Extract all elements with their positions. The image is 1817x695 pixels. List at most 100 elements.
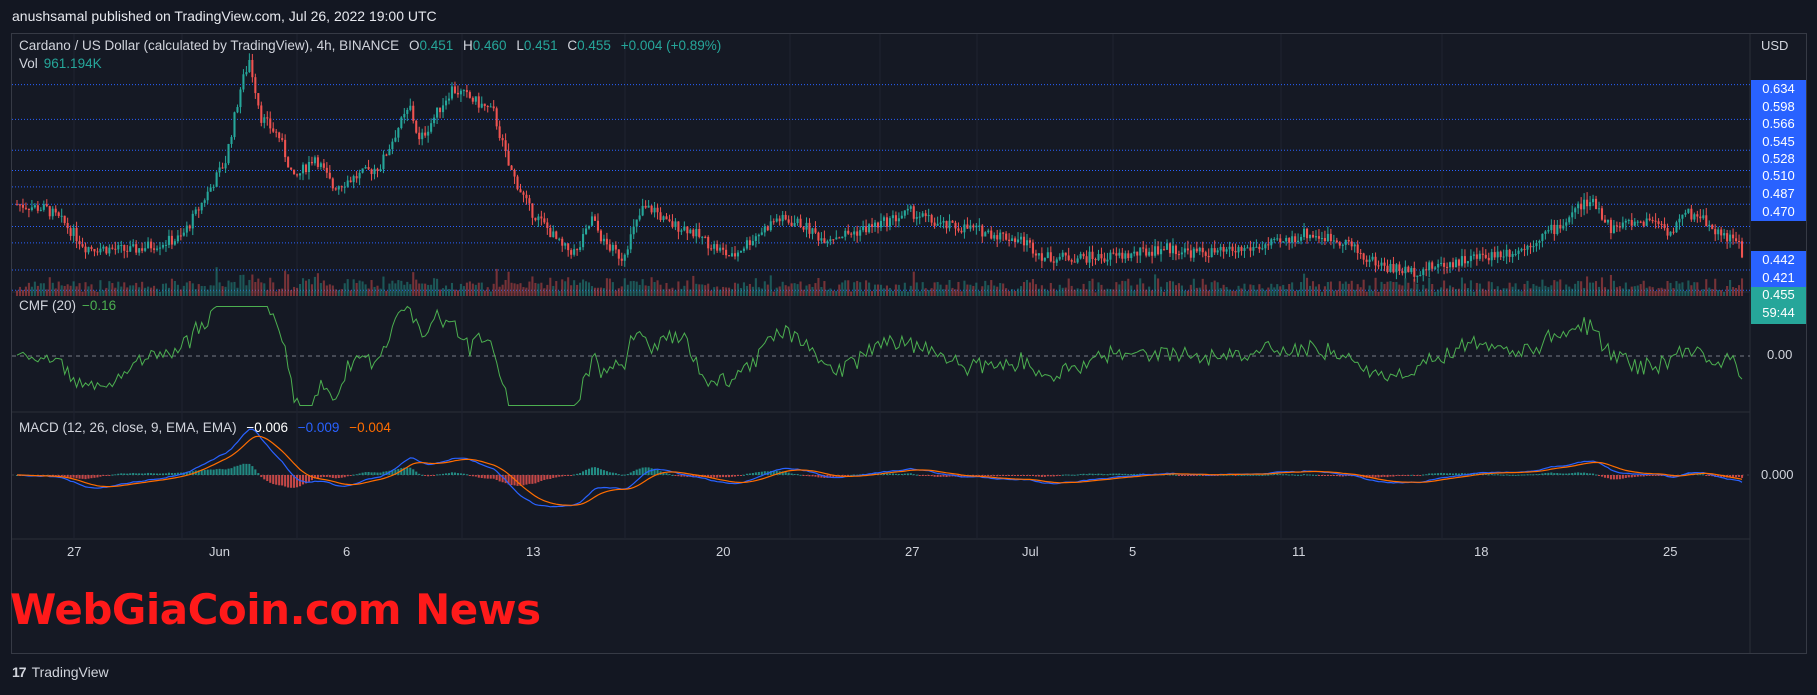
currency-label: USD [1761,38,1789,53]
candle-body [1359,253,1362,255]
volume-bar [1627,289,1630,296]
volume-bar [298,283,302,296]
candle-body [215,172,218,187]
volume-bar [221,286,224,296]
volume-bar [123,282,126,296]
volume-bar [1157,278,1160,296]
candle-body [1678,218,1681,223]
volume-bar [1240,288,1243,296]
macd-histogram-bar [1240,474,1243,476]
volume-bar [593,287,597,296]
macd-histogram-bar [147,472,150,475]
candle-body [1499,251,1502,258]
volume-bar [245,285,248,296]
candle-body [534,217,537,221]
candle-body [230,137,233,144]
macd-histogram-bar [1180,475,1183,476]
volume-bar [376,285,379,296]
candle-body [987,230,990,233]
macd-histogram-bar [528,475,531,484]
macd-histogram-bar [1589,473,1592,475]
candle-body [1157,246,1160,255]
candle-body [385,154,388,156]
volume-bar [814,283,817,296]
macd-histogram-bar [674,475,677,476]
volume-bar [436,278,439,296]
candle-body [894,215,897,222]
volume-bar [844,280,847,296]
volume-bar [1675,281,1678,296]
candle-body [1475,254,1478,259]
candle-body [847,230,850,234]
macd-histogram-bar [465,474,468,476]
volume-bar [212,285,215,296]
volume-bar [147,286,150,296]
candle-body [239,89,242,108]
macd-histogram-bar [251,466,254,475]
macd-histogram-bar [376,472,379,475]
macd-histogram-bar [1311,474,1315,476]
volume-bar [313,276,316,296]
macd-histogram-bar [1014,475,1017,476]
tradingview-brand[interactable]: TradingView [32,664,109,680]
macd-histogram-bar [1708,475,1711,476]
candle-body [1484,254,1487,258]
volume-bar [561,279,564,296]
volume-bar [450,282,454,296]
volume-bar [15,290,19,296]
macd-histogram-bar [1565,473,1568,475]
candle-body [1118,252,1121,256]
candle-body [132,244,135,247]
price-level-tag: 0.528 [1751,150,1806,168]
volume-bar [730,289,734,296]
macd-histogram-bar [167,472,170,475]
chart-canvas[interactable] [12,34,1806,653]
chart-area[interactable]: Cardano / US Dollar (calculated by Tradi… [11,33,1807,654]
candle-body [492,106,495,109]
volume-bar [483,290,486,296]
volume-bar [284,270,287,296]
macd-histogram-bar [117,473,120,475]
volume-bar [570,285,573,296]
footer[interactable]: 17 TradingView [12,664,109,680]
candle-body [820,238,823,241]
volume-bar [1085,289,1088,296]
volume-bar [1279,286,1282,296]
macd-histogram-bar [924,475,927,476]
macd-histogram-bar [793,473,796,475]
volume-bar [1720,290,1723,296]
tradingview-logo-icon: 17 [12,664,27,680]
macd-histogram-bar [650,468,653,475]
macd-histogram-bar [725,475,728,478]
candle-body [1002,232,1005,234]
volume-bar [325,285,328,296]
candle-body [1303,228,1306,237]
candle-body [415,120,418,133]
candle-body [358,172,361,179]
volume-bar [301,278,305,296]
candle-body [1556,224,1559,235]
volume-bar [397,280,400,296]
macd-histogram-bar [525,475,528,485]
macd-histogram-bar [1395,475,1398,476]
volume-bar [1329,281,1332,296]
volume-bar [510,282,513,296]
candle-body [1246,247,1249,249]
candle-body [1612,225,1615,234]
volume-bar [990,280,993,296]
volume-bar [114,287,117,296]
macd-histogram-bar [1308,474,1312,476]
volume-bar [69,285,72,296]
macd-histogram-bar [1109,473,1112,475]
candle-body [260,105,263,123]
volume-bar [1207,290,1210,296]
volume-bar [1082,283,1085,296]
candle-body [665,216,668,220]
volume-bar [1305,277,1309,296]
volume-bar [1219,288,1222,296]
macd-histogram-bar [492,475,495,479]
candle-body [477,96,480,108]
volume-bar [1192,278,1195,296]
candle-body [495,108,498,127]
macd-histogram-bar [153,473,156,475]
